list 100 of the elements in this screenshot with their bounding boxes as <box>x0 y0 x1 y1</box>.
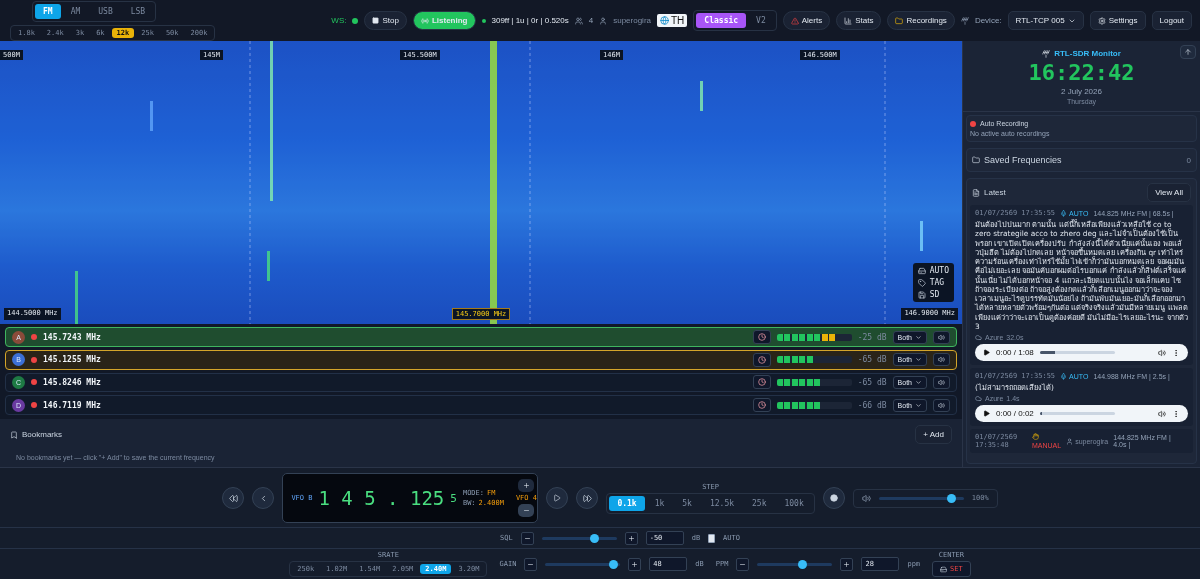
alerts-button[interactable]: Alerts <box>782 11 831 30</box>
language-button[interactable]: TH <box>657 14 688 27</box>
stop-icon <box>372 17 380 24</box>
listener-count: 4 <box>588 16 594 25</box>
gain-slider[interactable] <box>545 562 621 566</box>
increase-button[interactable] <box>840 557 854 571</box>
frequency-digits: 1 4 5 . 125 <box>318 487 445 509</box>
speaker-icon <box>938 356 945 364</box>
view-all-button[interactable]: View All <box>1147 183 1191 202</box>
bar-chart-icon <box>844 16 853 25</box>
speaker-button[interactable] <box>933 375 950 389</box>
globe-icon <box>660 16 669 25</box>
step-option[interactable]: 12.5k <box>701 495 743 511</box>
minus-icon <box>522 507 530 514</box>
ui-mode-tab[interactable]: Classic <box>696 13 747 28</box>
slider-thumb[interactable] <box>947 493 956 503</box>
slider-thumb[interactable] <box>608 559 618 569</box>
step-option[interactable]: 1k <box>646 495 673 511</box>
users-icon <box>574 16 583 25</box>
audio-progress[interactable] <box>1039 351 1115 354</box>
add-vfo-button[interactable] <box>518 479 535 492</box>
play-icon <box>983 410 990 418</box>
antenna-icon <box>960 16 969 25</box>
username: superogira <box>613 16 651 25</box>
decrease-button[interactable] <box>524 557 538 571</box>
mode-tab[interactable]: AM <box>62 3 89 19</box>
cloud-icon <box>975 395 982 403</box>
mode-tab[interactable]: LSB <box>122 3 154 19</box>
play-icon <box>553 494 562 502</box>
step-option[interactable]: 0.1k <box>609 495 645 511</box>
slider-thumb[interactable] <box>798 559 808 569</box>
scroll-up-button[interactable] <box>1180 45 1196 59</box>
squelch-slider[interactable] <box>541 536 617 540</box>
add-bookmark-button[interactable]: + Add <box>915 425 952 444</box>
volume-icon <box>1158 409 1166 418</box>
speaker-button[interactable] <box>933 330 950 344</box>
ppm-slider[interactable] <box>757 562 833 566</box>
monitor-title: RTL-SDR Monitor <box>1054 49 1121 58</box>
increase-button[interactable] <box>628 557 642 571</box>
more-icon <box>1172 409 1180 418</box>
rewind-button[interactable] <box>222 487 245 509</box>
hand-icon <box>1032 433 1039 441</box>
stop-button[interactable]: Stop <box>364 11 407 30</box>
settings-button[interactable]: Settings <box>1089 11 1146 30</box>
volume-icon <box>1158 348 1166 357</box>
radio-icon <box>420 16 429 25</box>
mode-tab[interactable]: FM <box>35 3 61 19</box>
speaker-icon <box>938 378 945 386</box>
legend-label: SD <box>929 290 940 300</box>
stats-button[interactable]: Stats <box>836 11 882 30</box>
audio-player[interactable]: 0:00 / 0:02 <box>975 405 1188 423</box>
device-select[interactable]: RTL-TCP 005 <box>1007 11 1084 30</box>
vfo-frequency: 145.1255 MHz <box>43 355 101 365</box>
rewind-icon <box>228 493 238 503</box>
auto-checkbox[interactable] <box>708 533 716 543</box>
remove-vfo-button[interactable] <box>518 504 535 517</box>
fast-forward-button[interactable] <box>576 487 599 509</box>
decrease-button[interactable] <box>520 531 534 545</box>
audio-player[interactable]: 0:00 / 1:08 <box>975 344 1188 361</box>
record-icon <box>829 494 838 502</box>
step-option[interactable]: 5k <box>674 495 700 511</box>
alarm-button[interactable] <box>752 398 771 413</box>
microphone-icon <box>1060 372 1068 380</box>
ui-mode-tab[interactable]: V2 <box>748 13 774 28</box>
speaker-button[interactable] <box>933 398 950 412</box>
warning-icon <box>790 16 799 25</box>
drive-icon <box>940 565 948 573</box>
alarm-button[interactable] <box>752 352 771 367</box>
mode-tab[interactable]: USB <box>90 3 121 19</box>
signal-reading: -65 dB <box>857 377 887 387</box>
tag-icon <box>917 278 926 287</box>
alarm-button[interactable] <box>752 330 771 345</box>
chevron-down-icon <box>915 401 922 409</box>
signal-reading: -66 dB <box>857 400 887 410</box>
plus-icon <box>631 560 639 568</box>
volume-slider[interactable] <box>878 496 964 500</box>
clock-date: 2 July 2026 <box>1061 87 1102 96</box>
latest-title: Latest <box>984 188 1006 197</box>
play-icon <box>983 349 990 356</box>
ws-label: WS: <box>331 16 347 25</box>
plus-icon <box>627 534 635 542</box>
slider-thumb[interactable] <box>590 533 600 543</box>
audio-time: 0:00 / 1:08 <box>996 348 1034 357</box>
decrease-button[interactable] <box>736 557 750 571</box>
increase-button[interactable] <box>624 531 638 545</box>
record-button[interactable] <box>822 487 845 509</box>
logout-button[interactable]: Logout <box>1151 11 1192 30</box>
forward-button[interactable] <box>546 487 569 509</box>
chevron-down-icon <box>915 356 922 364</box>
status-dot <box>481 18 486 23</box>
step-option[interactable]: 25k <box>744 495 775 511</box>
step-option[interactable]: 100k <box>776 495 812 511</box>
saved-frequencies-title: Saved Frequencies <box>984 155 1062 165</box>
legend-label: TAG <box>929 278 945 288</box>
settings-icon <box>1097 16 1106 25</box>
bookmark-icon <box>10 430 18 439</box>
alarm-button[interactable] <box>752 375 771 390</box>
recordings-button[interactable]: Recordings <box>887 11 955 30</box>
drive-icon <box>917 266 926 275</box>
speaker-button[interactable] <box>933 353 950 367</box>
